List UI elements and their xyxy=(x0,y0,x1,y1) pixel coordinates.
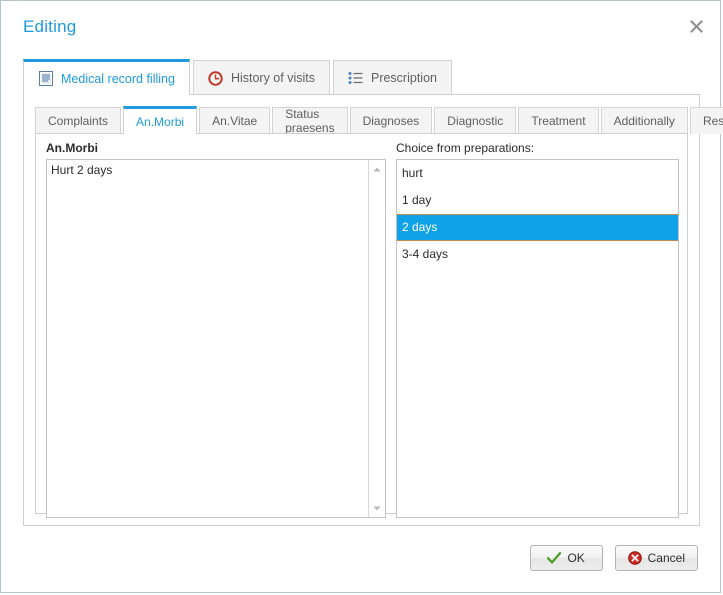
cancel-button[interactable]: Cancel xyxy=(614,545,698,571)
primary-tab-strip: Medical record filling History of visits xyxy=(23,59,455,95)
an-morbi-text[interactable]: Hurt 2 days xyxy=(47,160,368,517)
list-item[interactable]: 1 day xyxy=(397,187,678,214)
tab-label: Status praesens xyxy=(285,107,335,135)
tab-label: Complaints xyxy=(48,114,109,128)
secondary-tab-panel: An.Morbi Hurt 2 days Choice from prepara… xyxy=(35,133,688,518)
red-x-circle-icon xyxy=(627,551,642,565)
ok-button-label: OK xyxy=(567,551,585,565)
tab-history-of-visits[interactable]: History of visits xyxy=(192,60,330,95)
tab-label: Additionally xyxy=(613,114,675,128)
tab-complaints[interactable]: Complaints xyxy=(35,107,122,134)
preparations-listbox[interactable]: hurt 1 day 2 days 3-4 days xyxy=(396,159,679,518)
tab-diagnostic[interactable]: Diagnostic xyxy=(434,107,517,134)
tab-label: Prescription xyxy=(370,71,437,85)
an-morbi-textarea[interactable]: Hurt 2 days xyxy=(46,159,386,518)
tab-label: Diagnostic xyxy=(447,114,504,128)
tab-medical-record-filling[interactable]: Medical record filling xyxy=(23,59,190,95)
an-morbi-section: An.Morbi Hurt 2 days xyxy=(46,141,386,518)
tab-label: An.Morbi xyxy=(136,114,185,129)
list-item-label: hurt xyxy=(402,166,423,180)
tab-label: Treatment xyxy=(531,114,586,128)
tab-diagnoses[interactable]: Diagnoses xyxy=(349,107,433,134)
tab-an-vitae[interactable]: An.Vitae xyxy=(199,107,271,134)
list-item[interactable]: hurt xyxy=(397,160,678,187)
green-check-icon xyxy=(547,551,562,565)
an-morbi-label: An.Morbi xyxy=(46,141,98,155)
page-title: Editing xyxy=(23,17,77,36)
an-morbi-scrollbar[interactable] xyxy=(368,160,385,517)
history-clock-icon xyxy=(208,70,224,86)
chevron-up-icon[interactable] xyxy=(369,161,385,177)
document-lines-icon xyxy=(38,71,54,87)
preparations-label: Choice from preparations: xyxy=(396,141,535,155)
title-bar: Editing xyxy=(1,1,720,47)
tab-label: Diagnoses xyxy=(362,114,420,128)
preparations-section: Choice from preparations: hurt 1 day 2 d… xyxy=(396,141,679,518)
cancel-button-label: Cancel xyxy=(647,551,685,565)
editing-dialog: Editing Medical record filling History o… xyxy=(0,0,723,593)
list-item-label: 3-4 days xyxy=(402,247,449,261)
tab-label: Medical record filling xyxy=(61,71,175,86)
list-item-label: 1 day xyxy=(402,193,432,207)
close-icon[interactable] xyxy=(685,15,707,37)
list-item[interactable]: 3-4 days xyxy=(397,241,678,268)
list-item-selected[interactable]: 2 days xyxy=(397,214,678,241)
tab-result[interactable]: Result xyxy=(689,107,723,134)
tab-an-morbi[interactable]: An.Morbi xyxy=(123,106,198,134)
tab-label: Result xyxy=(702,114,723,128)
ok-button[interactable]: OK xyxy=(529,545,603,571)
tab-label: An.Vitae xyxy=(212,114,258,128)
chevron-down-icon[interactable] xyxy=(369,500,385,516)
primary-tab-panel: Complaints An.Morbi An.Vitae Status prae… xyxy=(23,94,723,526)
tab-treatment[interactable]: Treatment xyxy=(518,107,599,134)
secondary-tab-strip: Complaints An.Morbi An.Vitae Status prae… xyxy=(35,106,723,135)
dialog-footer: OK Cancel xyxy=(529,545,698,571)
tab-additionally[interactable]: Additionally xyxy=(600,107,688,134)
tab-label: History of visits xyxy=(230,71,315,85)
bulleted-list-icon xyxy=(348,70,364,86)
tab-prescription[interactable]: Prescription xyxy=(332,60,452,95)
tab-status-praesens[interactable]: Status praesens xyxy=(272,107,348,135)
list-item-label: 2 days xyxy=(402,220,438,234)
